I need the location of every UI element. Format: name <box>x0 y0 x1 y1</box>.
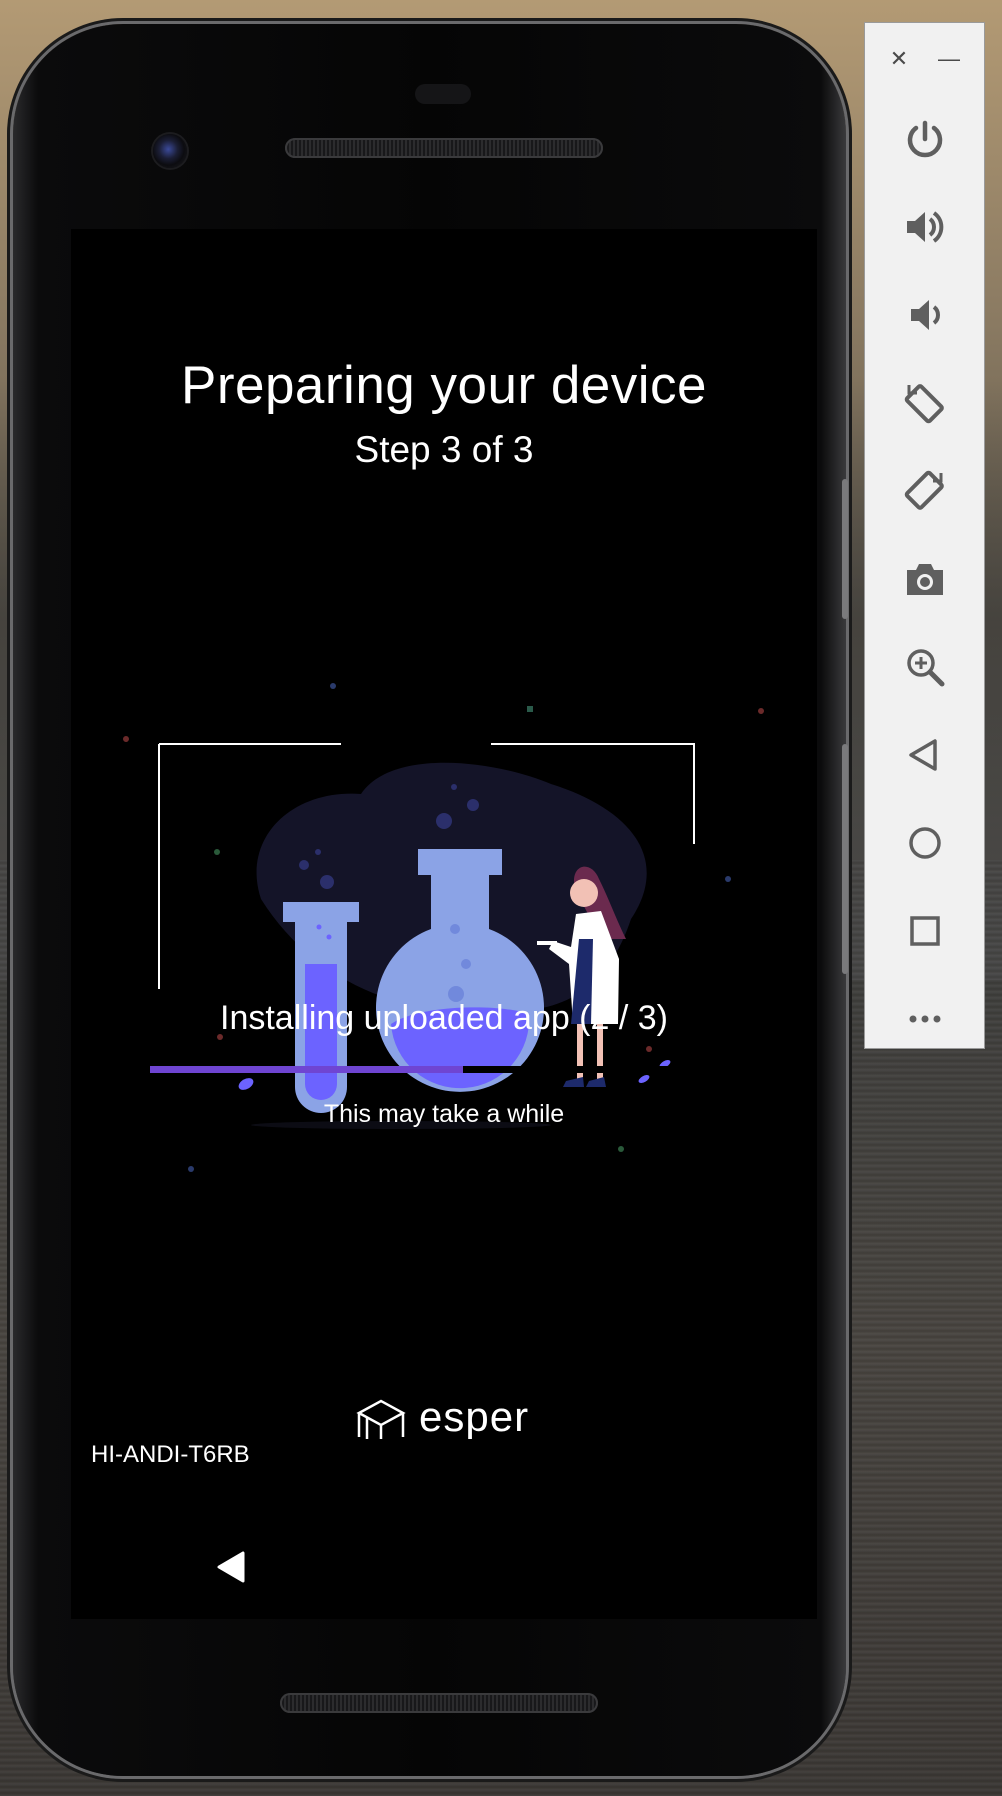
rotate-left-button[interactable] <box>891 369 959 437</box>
bubble <box>461 959 471 969</box>
esper-logo-icon <box>356 1399 406 1439</box>
sparkle <box>188 1166 194 1172</box>
rotate-right-button[interactable] <box>891 457 959 525</box>
sparkle <box>123 736 129 742</box>
overview-icon <box>910 916 940 946</box>
power-icon <box>907 120 943 158</box>
top-speaker-grille <box>285 138 603 158</box>
lab-illustration <box>123 683 764 1172</box>
bubble <box>467 799 479 811</box>
nav-back-button[interactable] <box>211 1545 255 1589</box>
overview-button[interactable] <box>891 897 959 965</box>
home-icon <box>909 827 941 859</box>
camera-icon <box>907 564 943 595</box>
rotate-right-icon <box>904 470 944 510</box>
zoom-icon <box>907 649 945 687</box>
more-options-button[interactable] <box>891 985 959 1053</box>
close-button[interactable]: ✕ <box>881 41 917 77</box>
esper-logo: esper <box>355 1397 545 1439</box>
bubble <box>326 934 332 940</box>
scientist-clipboard <box>537 941 557 945</box>
phone-side-button <box>842 479 848 619</box>
volume-down-icon <box>911 300 940 330</box>
bubble <box>315 849 321 855</box>
bubble <box>451 784 457 790</box>
bubble <box>436 813 452 829</box>
back-triangle-icon <box>217 1551 245 1583</box>
page-title: Preparing your device <box>180 356 708 415</box>
phone-sensor <box>415 84 471 104</box>
back-icon <box>909 739 937 771</box>
more-icon <box>909 1015 941 1023</box>
leaf <box>638 1075 650 1083</box>
sparkle <box>527 706 533 712</box>
emulator-toolbar: ✕ — <box>864 22 985 1049</box>
back-button[interactable] <box>891 721 959 789</box>
home-button[interactable] <box>891 809 959 877</box>
screenshot-button[interactable] <box>891 545 959 613</box>
toolbar-window-controls: ✕ — <box>865 41 986 81</box>
scientist-shoe <box>563 1077 584 1087</box>
phone-side-button <box>842 744 848 974</box>
bubble <box>450 924 460 934</box>
sparkle <box>214 849 220 855</box>
volume-up-icon <box>907 211 944 243</box>
scientist-shoe <box>586 1077 606 1087</box>
device-screen[interactable]: Preparing your device Step 3 of 3 Instal… <box>71 229 817 1619</box>
sparkle <box>646 1046 652 1052</box>
rotate-left-icon <box>904 384 944 424</box>
sparkle <box>725 876 731 882</box>
sparkle <box>330 683 336 689</box>
front-camera <box>153 134 187 168</box>
sparkle <box>618 1146 624 1152</box>
bubble <box>299 860 309 870</box>
sparkle <box>758 708 764 714</box>
power-button[interactable] <box>891 105 959 173</box>
zoom-button[interactable] <box>891 633 959 701</box>
esper-logo-text: esper <box>419 1397 530 1439</box>
bubble <box>320 875 334 889</box>
volume-down-button[interactable] <box>891 281 959 349</box>
device-id-label: HI-ANDI-T6RB <box>91 1441 250 1468</box>
install-progress-bar <box>150 1066 738 1073</box>
minimize-button[interactable]: — <box>931 41 967 77</box>
bottom-speaker-grille <box>280 1693 598 1713</box>
leaf <box>238 1078 254 1090</box>
volume-up-button[interactable] <box>891 193 959 261</box>
install-progress-fill <box>150 1066 464 1073</box>
wait-hint-text: This may take a while <box>323 1100 565 1128</box>
bubble <box>316 924 322 930</box>
phone-frame: Preparing your device Step 3 of 3 Instal… <box>13 24 848 1776</box>
scientist-head <box>570 879 598 907</box>
flask-cap <box>418 849 502 875</box>
test-tube-cap <box>283 902 359 922</box>
install-status-text: Installing uploaded app (2 / 3) <box>220 999 668 1037</box>
